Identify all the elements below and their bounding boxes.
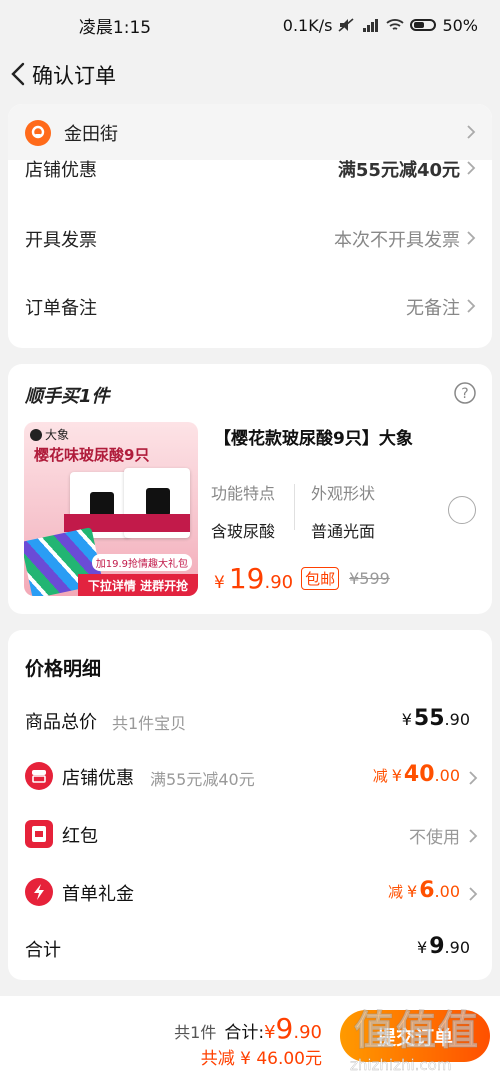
nav-bar: 确认订单: [0, 50, 500, 98]
free-shipping-badge: 包邮: [301, 567, 340, 590]
image-gift-tag: 加19.9抢情趣大礼包: [91, 554, 192, 571]
lightning-icon: [25, 878, 53, 906]
svg-text:?: ?: [461, 386, 468, 402]
battery-icon: [410, 19, 437, 31]
shop-discount-amount[interactable]: 减 ¥40.00: [373, 762, 460, 787]
chevron-right-icon: [469, 887, 478, 901]
address-row[interactable]: 金田街: [8, 104, 492, 160]
image-headline: 樱花味玻尿酸9只: [34, 446, 150, 464]
sum-label: 合计: [25, 940, 61, 961]
remark-label: 订单备注: [25, 298, 97, 319]
shop-discount-label: 店铺优惠: [25, 160, 97, 181]
bottom-total: 共1件 合计: ¥ 9 .90: [174, 1012, 322, 1045]
mute-icon: [338, 18, 354, 32]
select-radio[interactable]: [448, 496, 476, 524]
bottom-bar: 共1件 合计: ¥ 9 .90 共减 ¥ 46.00元 提交订单: [0, 996, 500, 1083]
location-pin-icon: [25, 120, 51, 146]
price-detail-title: 价格明细: [25, 658, 102, 680]
status-time: 凌晨1:15: [78, 17, 152, 38]
back-arrow-icon[interactable]: [8, 60, 30, 88]
spec-divider: [294, 484, 295, 530]
shop-icon: [25, 762, 53, 790]
red-packet-value[interactable]: 不使用: [409, 823, 460, 848]
wifi-icon: [386, 19, 405, 30]
upsell-title: 顺手买1件: [25, 386, 110, 407]
submit-order-button[interactable]: 提交订单: [340, 1010, 490, 1062]
original-price: ¥599: [349, 569, 390, 588]
goods-total-label: 商品总价: [25, 712, 97, 733]
spec-function: 功能特点 含玻尿酸: [211, 484, 276, 541]
red-packet-label: 红包: [62, 826, 98, 847]
bottom-saved: 共减 ¥ 46.00元: [200, 1049, 322, 1069]
red-packet-icon: [25, 820, 53, 848]
chevron-right-icon: [467, 161, 476, 175]
network-speed: 0.1K/s: [282, 15, 333, 35]
signal-icon: [363, 19, 379, 32]
order-info-card: 金田街 店铺优惠 满55元减40元 开具发票 本次不开具发票 订单备注 无备注: [8, 104, 492, 348]
upsell-card: 顺手买1件 ? 大象 樱花味玻尿酸9只 加19.9抢情趣大礼包 下拉详情 进群开…: [8, 364, 492, 614]
product-title[interactable]: 【樱花款玻尿酸9只】大象: [214, 424, 413, 449]
image-brand: 大象: [30, 426, 69, 443]
shop-discount-value[interactable]: 满55元减40元: [338, 156, 460, 182]
help-icon[interactable]: ?: [454, 382, 476, 404]
address-text: 金田街: [64, 124, 118, 145]
first-order-amount[interactable]: 减 ¥6.00: [388, 878, 460, 903]
first-order-label: 首单礼金: [62, 884, 134, 905]
status-right: 0.1K/s 50%: [283, 16, 478, 35]
price-detail-card: 价格明细 商品总价 共1件宝贝 ¥55.90 店铺优惠 满55元减40元 减 ¥4…: [8, 630, 492, 980]
page-title: 确认订单: [32, 64, 116, 88]
chevron-right-icon: [467, 231, 476, 245]
invoice-label: 开具发票: [25, 230, 97, 251]
goods-total-amount: ¥55.90: [401, 706, 470, 731]
shop-discount-detail-label: 店铺优惠: [62, 768, 134, 789]
goods-total-sub: 共1件宝贝: [112, 714, 187, 733]
product-image[interactable]: 大象 樱花味玻尿酸9只 加19.9抢情趣大礼包 下拉详情 进群开抢: [24, 422, 198, 596]
battery-level: 50%: [442, 15, 478, 35]
invoice-value[interactable]: 本次不开具发票: [334, 226, 460, 252]
spec-shape: 外观形状 普通光面: [311, 484, 376, 541]
remark-value[interactable]: 无备注: [406, 294, 460, 320]
chevron-right-icon: [467, 299, 476, 313]
sum-amount: ¥9.90: [417, 934, 470, 959]
chevron-right-icon: [469, 771, 478, 785]
chevron-right-icon: [467, 125, 476, 139]
image-banner: 下拉详情 进群开抢: [78, 574, 198, 596]
shop-discount-detail-sub: 满55元减40元: [150, 770, 255, 789]
chevron-right-icon: [469, 829, 478, 843]
product-price: ¥ 19.90 包邮 ¥599: [214, 562, 390, 595]
status-bar: 凌晨1:15 0.1K/s 50%: [0, 0, 500, 50]
